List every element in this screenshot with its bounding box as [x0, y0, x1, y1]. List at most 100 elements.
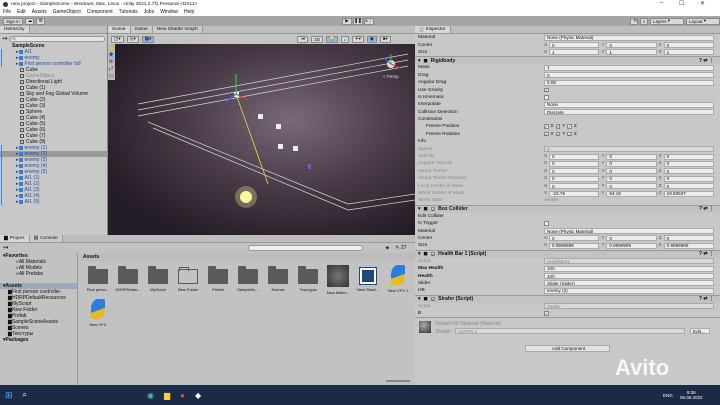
chrome-icon[interactable]: ● — [180, 391, 185, 400]
project-search-input[interactable] — [248, 244, 364, 251]
enabled-checkbox[interactable]: ✓ — [430, 252, 436, 257]
vector-field[interactable]: 0 — [549, 235, 600, 242]
vector-field[interactable]: 0 — [663, 183, 714, 190]
value-field[interactable]: None (Physic Material) — [544, 228, 714, 235]
collab-icon[interactable]: ⚙ — [35, 17, 45, 25]
checkbox[interactable]: ✓ — [544, 88, 549, 93]
freeze-checkbox[interactable]: ✓ — [567, 124, 572, 129]
shader-edit-button[interactable]: Edit... — [690, 328, 710, 335]
vector-field[interactable]: 0.9999999 — [606, 242, 657, 249]
vector-field[interactable]: 18.80537 — [663, 190, 714, 197]
foldout-arrow-icon[interactable]: ▾ — [418, 296, 421, 302]
vector-field[interactable]: 0 — [606, 160, 657, 167]
vector-field[interactable]: 0.9999999 — [663, 242, 714, 249]
tab-new-shader-graph[interactable]: New Shader Graph — [152, 26, 203, 33]
vector-field[interactable]: 0 — [663, 42, 714, 49]
history-icon[interactable]: ⟲ — [630, 17, 638, 25]
component-header-box_collider[interactable]: ▾ ◼ ✓ Box Collider ? ⇌ ⋮ — [415, 204, 720, 213]
persp-label[interactable]: < Persp — [383, 74, 399, 79]
search-icon[interactable]: ⌕ — [640, 17, 648, 25]
asset-item[interactable]: Scenes — [263, 265, 293, 292]
breadcrumb[interactable]: Assets — [80, 253, 415, 261]
info-foldout[interactable]: Info — [415, 138, 720, 145]
vector-field[interactable]: 0 — [549, 160, 600, 167]
foldout-arrow-icon[interactable]: ▾ — [418, 58, 421, 64]
foldout-arrow-icon[interactable]: ▾ — [418, 251, 421, 257]
asset-item[interactable]: New VFX 1 — [383, 265, 413, 293]
toggle-2d[interactable]: 2D — [311, 35, 323, 43]
close-button[interactable]: ✕ — [700, 0, 705, 7]
vector-field[interactable]: 0 — [606, 168, 657, 175]
vector-field[interactable]: 0 — [549, 183, 600, 190]
asset-item[interactable]: New VFX — [83, 299, 113, 327]
hidden-packages-icon[interactable]: ◈ — [385, 245, 389, 251]
value-field[interactable]: 0 — [544, 72, 714, 79]
vector-field[interactable]: 64.18 — [606, 190, 657, 197]
value-field[interactable]: Discrete — [544, 109, 714, 116]
component-header-strafer[interactable]: ▾ ◼ ✓ Strafer (Script) ? ⇌ ⋮ — [415, 294, 720, 303]
freeze-checkbox[interactable]: ✓ — [544, 132, 549, 137]
lighting-toggle[interactable]: 💡 — [325, 35, 338, 43]
minimize-button[interactable]: – — [660, 0, 663, 6]
value-field[interactable]: 1 — [544, 64, 714, 71]
icon-size-slider[interactable] — [386, 380, 410, 382]
vector-field[interactable]: 0 — [549, 175, 600, 182]
hierarchy-search-input[interactable] — [9, 35, 105, 42]
layers-dropdown[interactable]: Layers ▾ — [650, 17, 684, 25]
menu-component[interactable]: Component — [87, 9, 113, 15]
vector-field[interactable]: 0 — [549, 168, 600, 175]
asset-item[interactable]: SampleSc... — [233, 265, 263, 292]
value-field[interactable]: 100 — [544, 265, 714, 272]
asset-item[interactable]: Prefab — [203, 265, 233, 292]
step-button[interactable]: ▶❘ — [364, 17, 374, 25]
vector-field[interactable]: 0 — [549, 153, 600, 160]
vector-field[interactable]: 0 — [606, 175, 657, 182]
shader-dropdown[interactable]: HDRP/Lit — [455, 328, 685, 335]
clock[interactable]: 9:38 06.05.2022 — [680, 390, 703, 400]
component-menu-icon[interactable]: ? ⇌ ⋮ — [699, 58, 720, 64]
gizmos-dropdown[interactable]: ◑▾ — [297, 35, 309, 43]
freeze-checkbox[interactable]: ✓ — [555, 132, 561, 137]
menu-jobs[interactable]: Jobs — [144, 9, 155, 15]
value-field[interactable]: enemy (2) — [544, 287, 714, 294]
search-icon[interactable]: ⌕ — [23, 390, 27, 400]
asset-item[interactable]: Текстуры — [293, 265, 323, 292]
hidden-toggle[interactable]: ◉ — [366, 35, 377, 43]
vector-field[interactable]: 1 — [606, 49, 657, 56]
enabled-checkbox[interactable]: ✓ — [430, 297, 436, 302]
scene-viewport[interactable]: ✋ ✥ ⟳ ⤢ ▭ < Persp — [108, 44, 416, 235]
vector-field[interactable]: 0 — [663, 235, 714, 242]
tab-hierarchy[interactable]: Hierarchy — [0, 26, 30, 33]
value-field[interactable]: 100 — [544, 273, 714, 280]
language-indicator[interactable]: ENG — [663, 393, 673, 398]
checkbox[interactable] — [544, 221, 549, 226]
vector-field[interactable]: 0.9999999 — [549, 242, 600, 249]
hand-tool-icon[interactable]: ✋ — [109, 45, 115, 51]
freeze-checkbox[interactable]: ✓ — [567, 132, 572, 137]
move-tool-icon[interactable]: ✥ — [109, 52, 114, 58]
component-menu-icon[interactable]: ? ⇌ ⋮ — [699, 206, 720, 212]
explorer-icon[interactable]: ▆ — [164, 391, 170, 400]
camera-dropdown[interactable]: ■▾ — [379, 35, 391, 43]
asset-item[interactable]: New Shad... — [353, 265, 383, 292]
rotate-tool-icon[interactable]: ⟳ — [109, 59, 114, 65]
menu-file[interactable]: File — [3, 9, 11, 15]
vector-field[interactable]: 0 — [549, 42, 600, 49]
component-header-rigidbody[interactable]: ▾ ◼ Rigidbody ? ⇌ ⋮ — [415, 56, 720, 65]
menu-gameobject[interactable]: GameObject — [53, 9, 81, 15]
start-icon[interactable]: ⊞ — [5, 390, 13, 401]
asset-item[interactable]: New Folder — [173, 265, 203, 292]
hierarchy-item[interactable]: ▸ AI1 (5) — [0, 199, 107, 205]
tab-console[interactable]: ▤ Console — [29, 235, 63, 242]
menu-tutorials[interactable]: Tutorials — [119, 9, 138, 15]
freeze-checkbox[interactable]: ✓ — [555, 124, 561, 129]
freeze-checkbox[interactable]: ✓ — [544, 124, 549, 129]
vector-field[interactable]: 0 — [606, 183, 657, 190]
grid-toggle[interactable]: ▦▾ — [141, 35, 155, 43]
cloud-icon[interactable]: ☁ — [24, 17, 34, 25]
pause-button[interactable]: ❚❚ — [353, 17, 363, 25]
vector-field[interactable]: -22.75 — [549, 190, 600, 197]
play-button[interactable]: ▶ — [342, 17, 352, 25]
asset-item[interactable]: MyScript — [143, 265, 173, 292]
audio-toggle[interactable]: ♪ — [340, 35, 349, 43]
